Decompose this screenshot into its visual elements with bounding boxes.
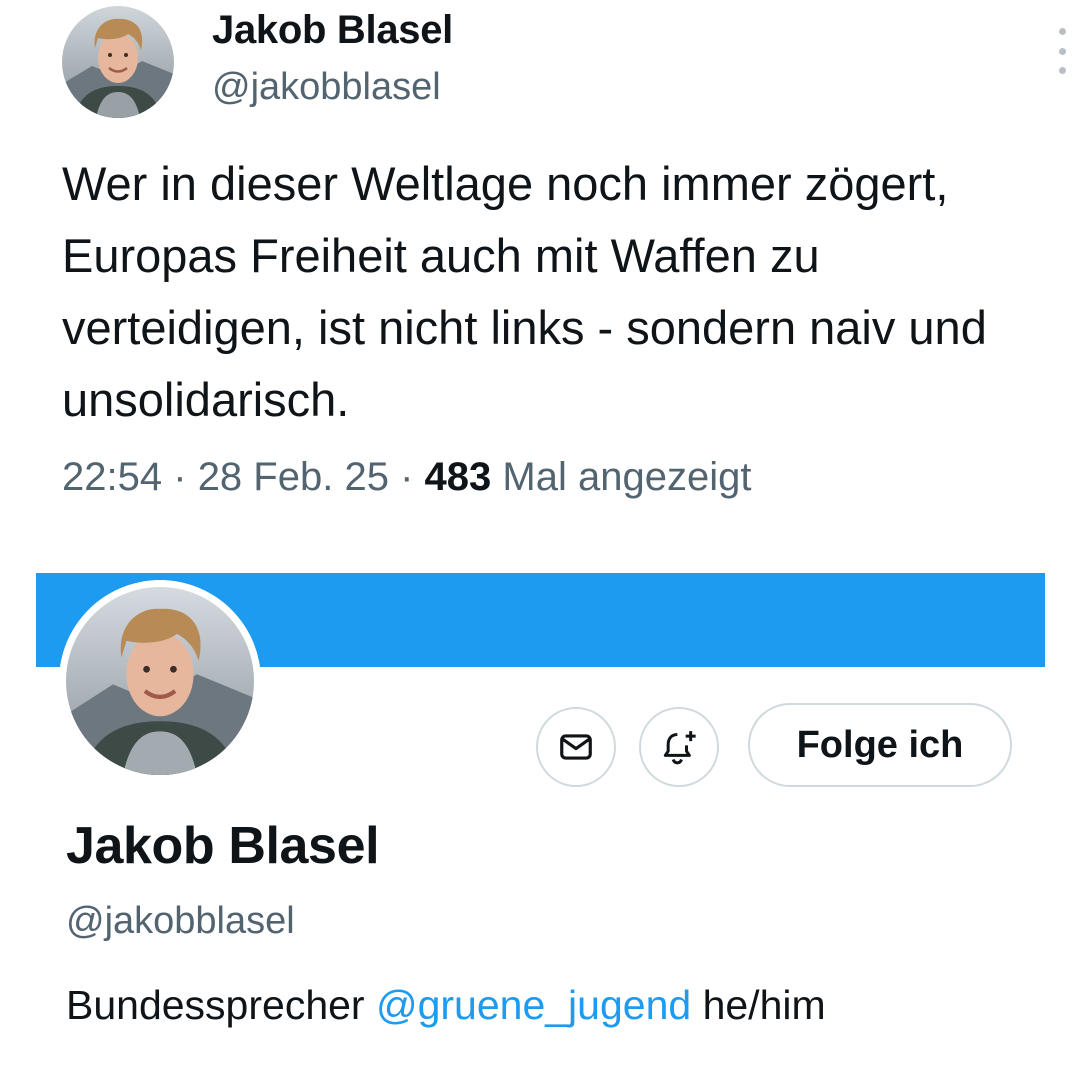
tweet-author-name[interactable]: Jakob Blasel (212, 8, 453, 53)
more-options-icon[interactable] (1052, 28, 1072, 74)
tweet-text: Wer in dieser Weltlage noch immer zögert… (62, 157, 987, 426)
meta-separator: · (173, 455, 187, 499)
notifications-button[interactable] (639, 707, 719, 787)
profile-handle: @jakobblasel (66, 900, 295, 942)
avatar-photo-frame (66, 587, 254, 775)
avatar-photo (66, 587, 254, 775)
bio-pronouns: he/him (691, 982, 826, 1028)
profile-avatar[interactable] (59, 580, 261, 782)
bell-plus-icon (663, 731, 696, 765)
tweet-author-avatar[interactable] (62, 6, 174, 118)
tweet-author-handle[interactable]: @jakobblasel (212, 66, 441, 109)
avatar-photo (62, 6, 174, 118)
message-button[interactable] (536, 707, 616, 787)
envelope-icon (560, 734, 592, 760)
tweet-meta: 22:54 · 28 Feb. 25 · 483 Mal angezeigt (62, 455, 751, 500)
more-dot (1058, 67, 1066, 74)
bio-text: Bundessprecher (66, 982, 376, 1028)
profile-name: Jakob Blasel (66, 817, 380, 875)
views-count: 483 (424, 455, 492, 499)
more-dot (1058, 28, 1066, 35)
views-label: Mal angezeigt (502, 455, 752, 499)
follow-button[interactable]: Folge ich (748, 703, 1012, 787)
meta-separator: · (400, 455, 414, 499)
profile-bio: Bundessprecher @gruene_jugend he/him (66, 982, 826, 1029)
tweet-date[interactable]: 28 Feb. 25 (198, 455, 389, 499)
tweet-time[interactable]: 22:54 (62, 455, 162, 499)
more-dot (1058, 47, 1066, 55)
bio-mention-link[interactable]: @gruene_jugend (376, 982, 691, 1028)
